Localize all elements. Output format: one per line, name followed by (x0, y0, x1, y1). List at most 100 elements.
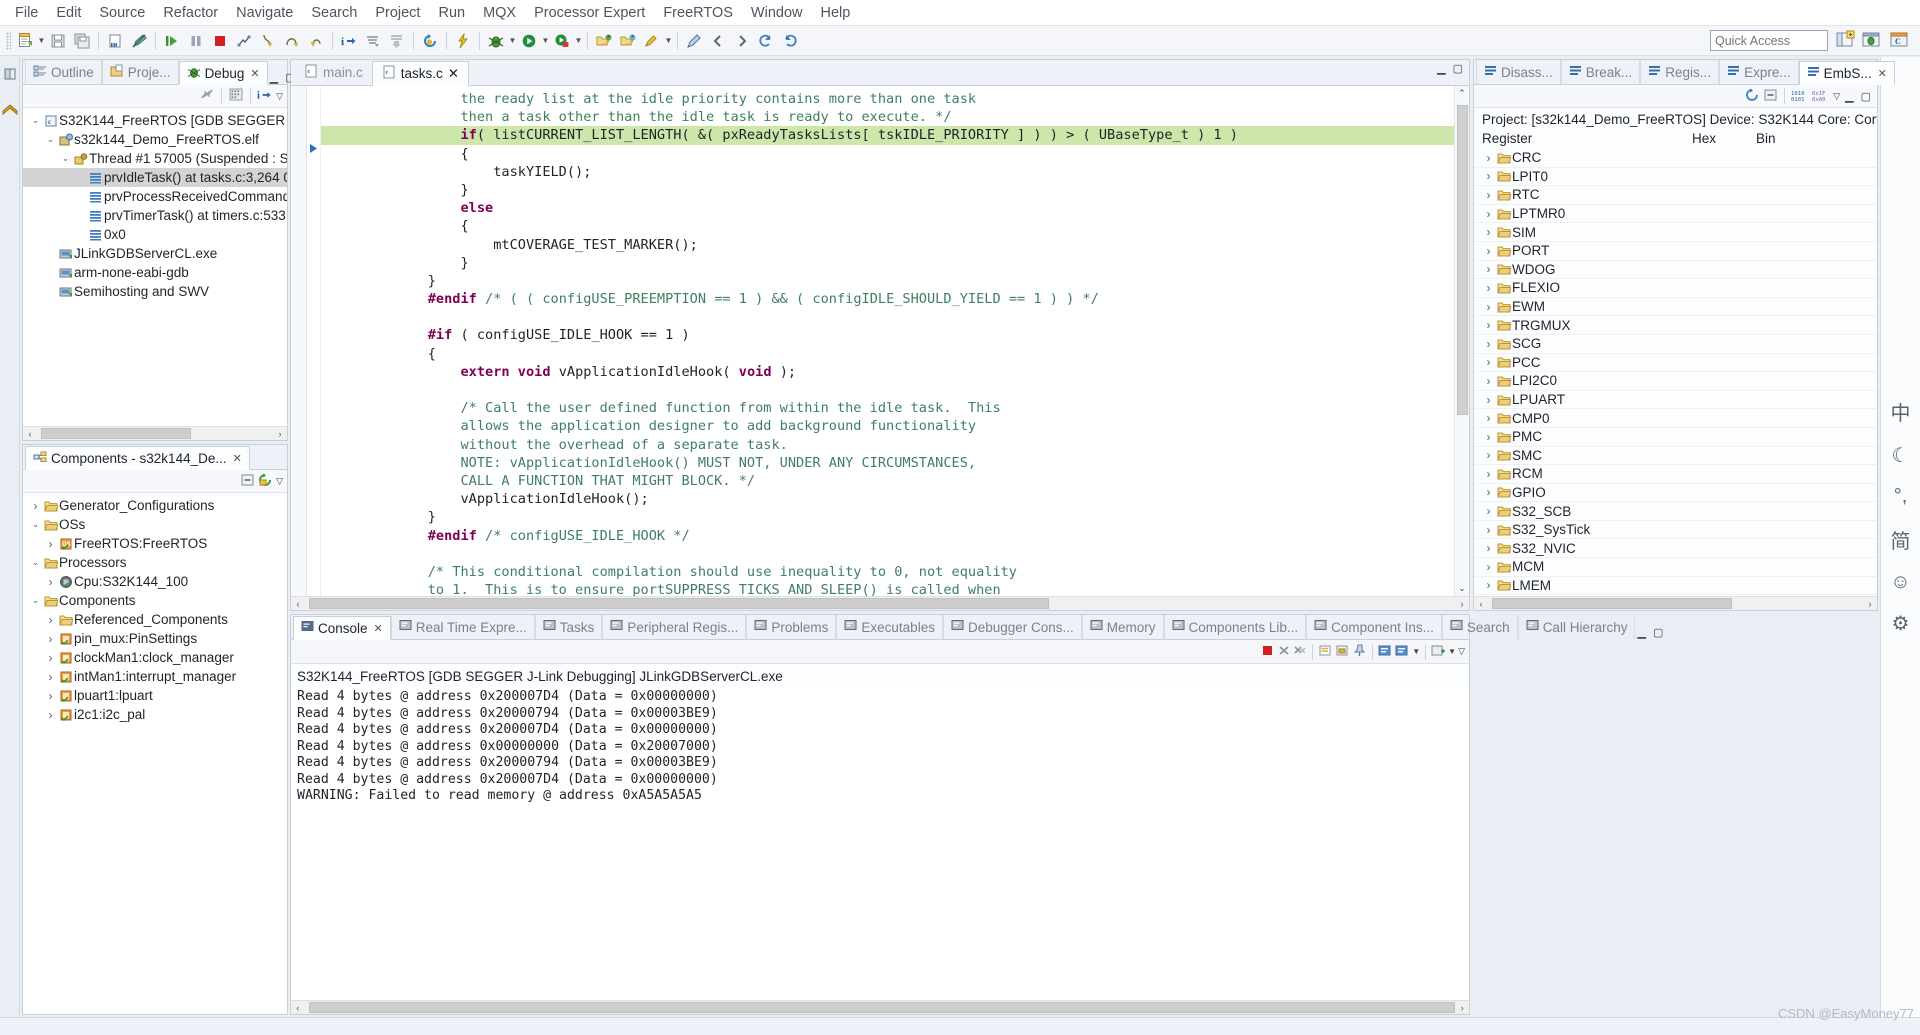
menu-edit[interactable]: Edit (47, 2, 90, 24)
instruction-stepping-view-icon[interactable]: i (257, 87, 273, 105)
menu-file[interactable]: File (6, 2, 47, 24)
chevron-down-icon[interactable]: ▼ (574, 30, 583, 52)
hscroll-thumb[interactable] (1492, 598, 1732, 609)
tab-search[interactable]: Search (1442, 615, 1518, 639)
menu-refactor[interactable]: Refactor (154, 2, 227, 24)
terminate-icon[interactable] (1261, 644, 1275, 660)
debug-tree-item[interactable]: ⌄Thread #1 57005 (Suspended : Si (23, 149, 287, 168)
tab-components-lib[interactable]: Components Lib... (1164, 615, 1307, 639)
maximize-icon[interactable]: ▢ (1651, 626, 1665, 639)
chevron-right-icon[interactable]: › (1482, 541, 1495, 555)
scroll-up-arrow-icon[interactable]: ⌃ (1458, 86, 1466, 101)
scroll-left-arrow-icon[interactable]: ‹ (1474, 599, 1488, 609)
toolbar-grip[interactable] (6, 32, 11, 50)
chevron-right-icon[interactable]: › (1482, 244, 1495, 258)
chevron-down-icon[interactable]: ▼ (508, 30, 517, 52)
tab-project-explorer[interactable]: Proje... (102, 60, 179, 84)
components-tree-item[interactable]: ›i2c1:i2c_pal (23, 705, 287, 724)
register-row[interactable]: ›CRC (1474, 149, 1877, 168)
scroll-down-arrow-icon[interactable]: ⌄ (1458, 581, 1466, 596)
profile-icon[interactable] (551, 30, 573, 52)
chevron-down-icon[interactable]: ⌄ (29, 557, 42, 568)
drop-to-frame-icon[interactable] (386, 30, 408, 52)
minimize-icon[interactable]: ▁ (268, 71, 280, 84)
components-tree-item[interactable]: ›clockMan1:clock_manager (23, 648, 287, 667)
smiley-icon[interactable]: ☺ (1890, 571, 1910, 594)
tab-components[interactable]: Components - s32k144_De... ✕ (25, 446, 250, 470)
chevron-right-icon[interactable]: › (1482, 578, 1495, 592)
vscroll-thumb[interactable] (1457, 105, 1468, 415)
components-tree[interactable]: ›Generator_Configurations⌄OSs›OSFreeRTOS… (23, 493, 287, 1014)
register-row[interactable]: ›LPUART (1474, 391, 1877, 410)
edit-pencil-icon[interactable] (683, 30, 705, 52)
chevron-down-icon[interactable]: ⌄ (29, 115, 42, 126)
debug-tree-item[interactable]: ⌄s32k144_Demo_FreeRTOS.elf (23, 130, 287, 149)
quick-access-input[interactable] (1710, 30, 1828, 51)
open-type-icon[interactable] (593, 30, 615, 52)
chevron-right-icon[interactable]: › (1482, 262, 1495, 276)
chevron-down-icon[interactable]: ⌄ (59, 153, 72, 164)
menu-project[interactable]: Project (366, 2, 429, 24)
chevron-right-icon[interactable]: › (1482, 188, 1495, 202)
run-last-tool-icon[interactable] (452, 30, 474, 52)
chevron-down-icon[interactable]: ⌄ (29, 595, 42, 606)
register-row[interactable]: ›S32_SCB (1474, 502, 1877, 521)
instruction-stepping-icon[interactable]: i (338, 30, 360, 52)
register-row[interactable]: ›RTC (1474, 186, 1877, 205)
chevron-right-icon[interactable]: › (1482, 337, 1495, 351)
chevron-right-icon[interactable]: › (1482, 355, 1495, 369)
tab-tasks[interactable]: Tasks (535, 615, 603, 639)
tab-embs[interactable]: EmbS...✕ (1799, 61, 1895, 85)
tab-memory[interactable]: Memory (1082, 615, 1164, 639)
console-output[interactable]: Read 4 bytes @ address 0x200007D4 (Data … (291, 687, 1469, 1000)
debug-tree-item[interactable]: arm-none-eabi-gdb (23, 263, 287, 282)
collapse-all-icon[interactable] (240, 473, 255, 490)
debug-tree-hscrollbar[interactable]: ‹ › (23, 426, 287, 440)
chevron-right-icon[interactable]: › (1482, 430, 1495, 444)
step-into-icon[interactable] (257, 30, 279, 52)
pin-console-icon[interactable] (1352, 644, 1367, 660)
chevron-right-icon[interactable]: › (1482, 560, 1495, 574)
maximize-icon[interactable]: ▢ (1451, 62, 1465, 75)
step-over-icon[interactable] (281, 30, 303, 52)
new-file-icon[interactable] (14, 30, 36, 52)
tab-component-ins[interactable]: Component Ins... (1306, 615, 1442, 639)
register-row[interactable]: ›TRGMUX (1474, 316, 1877, 335)
register-row[interactable]: ›S32_NVIC (1474, 539, 1877, 558)
chevron-right-icon[interactable]: › (1482, 225, 1495, 239)
tab-executables[interactable]: Executables (836, 615, 943, 639)
source-code-text[interactable]: the ready list at the idle priority cont… (321, 86, 1454, 596)
close-icon[interactable]: ✕ (448, 66, 459, 82)
register-row[interactable]: ›SIM (1474, 223, 1877, 242)
punctuation-icon[interactable]: °, (1894, 485, 1908, 508)
debug-icon[interactable] (485, 30, 507, 52)
open-console-icon[interactable] (1395, 644, 1410, 660)
hscroll-thumb[interactable] (41, 428, 191, 439)
chevron-down-icon[interactable]: ▼ (37, 30, 46, 52)
view-menu-icon[interactable]: ▽ (276, 476, 283, 487)
chevron-right-icon[interactable]: › (1482, 393, 1495, 407)
editor-tab-main-c[interactable]: c main.c (295, 60, 372, 85)
register-row[interactable]: ›LPI2C0 (1474, 372, 1877, 391)
chevron-right-icon[interactable]: › (1482, 523, 1495, 537)
refresh-icon[interactable] (258, 473, 273, 490)
chevron-right-icon[interactable]: › (1482, 281, 1495, 295)
register-row[interactable]: ›MCM (1474, 558, 1877, 577)
menu-mqx[interactable]: MQX (474, 2, 525, 24)
close-icon[interactable]: ✕ (233, 452, 242, 465)
minimize-icon[interactable]: ▁ (1435, 62, 1447, 75)
hscroll-thumb[interactable] (309, 1002, 1456, 1013)
tab-break[interactable]: Break... (1561, 60, 1641, 84)
register-row[interactable]: ›RCM (1474, 465, 1877, 484)
chevron-right-icon[interactable]: › (44, 708, 57, 722)
restart-icon[interactable] (419, 30, 441, 52)
save-icon[interactable] (47, 30, 69, 52)
chevron-right-icon[interactable]: › (44, 537, 57, 551)
chevron-right-icon[interactable]: › (1482, 504, 1495, 518)
remove-all-terminated-icon[interactable] (1293, 644, 1307, 660)
clear-console-icon[interactable] (1318, 644, 1333, 660)
components-tree-item[interactable]: ⌄Processors (23, 553, 287, 572)
open-perspective-icon[interactable] (1834, 30, 1858, 52)
register-row[interactable]: ›LPTMR0 (1474, 205, 1877, 224)
register-row[interactable]: ›PMC (1474, 428, 1877, 447)
